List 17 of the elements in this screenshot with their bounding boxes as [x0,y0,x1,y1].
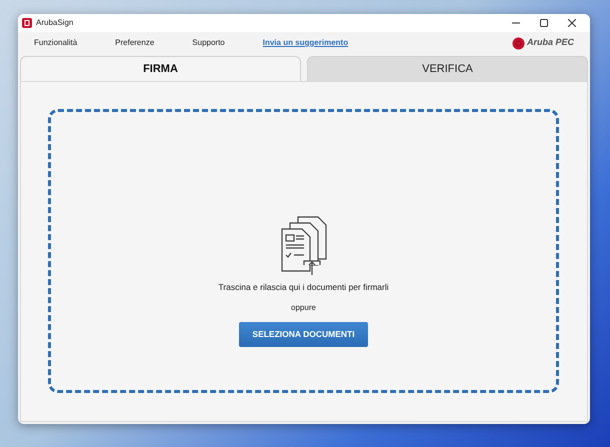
brand-logo-text: Aruba PEC [526,36,574,50]
rose-logo-icon [512,36,525,50]
tab[interactable]: FIRMA [20,56,301,81]
menu-item[interactable]: Funzionalità [34,37,78,49]
app-icon [22,18,32,28]
maximize-icon [540,19,548,27]
window-title: ArubaSign [36,17,74,29]
select-documents-button[interactable]: SELEZIONA DOCUMENTI [239,322,368,347]
menu-item[interactable]: Supporto [192,37,225,49]
tab[interactable]: VERIFICA [307,56,588,81]
separator-text: oppure [291,302,316,314]
drop-zone[interactable]: Trascina e rilascia qui i documenti per firmarli oppure SELEZIONA DOCUMENTI [48,109,559,393]
menu-item[interactable]: Preferenze [115,37,154,49]
drop-instruction: Trascina e rilascia qui i documenti per firmarli [218,281,389,294]
suggestion-link[interactable]: Invia un suggerimento [262,37,348,49]
documents-upload-icon [280,215,328,278]
close-icon [568,19,576,27]
